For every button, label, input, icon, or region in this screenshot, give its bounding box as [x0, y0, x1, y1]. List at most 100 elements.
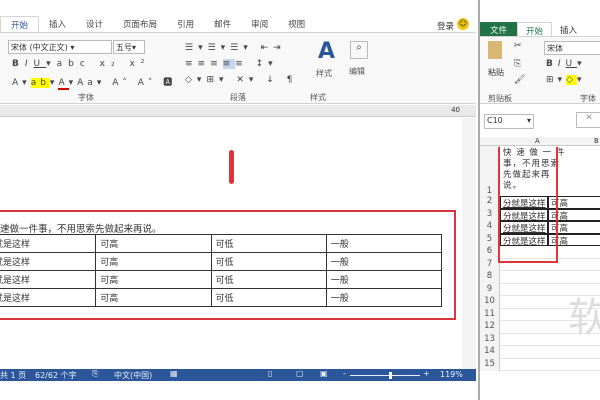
cell[interactable] — [548, 359, 600, 371]
font-name-select[interactable]: 宋体 (中文正文) ▾ — [8, 40, 112, 54]
status-language[interactable]: 中文(中国) — [114, 370, 152, 381]
cell[interactable] — [548, 346, 600, 359]
font-size-value: 五号 — [116, 43, 132, 52]
row-header[interactable]: 1 — [480, 146, 500, 196]
cell[interactable] — [500, 346, 548, 359]
row-header[interactable]: 8 — [480, 271, 500, 284]
row-header[interactable]: 6 — [480, 246, 500, 259]
table-cell[interactable]: 可低 — [210, 252, 327, 271]
zoom-in-button[interactable]: + — [423, 369, 430, 378]
row-header[interactable]: 5 — [480, 233, 500, 246]
row-header[interactable]: 3 — [480, 208, 500, 221]
cell[interactable] — [500, 271, 548, 284]
smiley-icon[interactable]: ☺ — [457, 18, 469, 30]
row-header[interactable]: 9 — [480, 283, 500, 296]
row-header[interactable]: 2 — [480, 196, 500, 209]
table-cell[interactable]: 可高 — [95, 288, 212, 307]
table-cell[interactable]: 可高 — [95, 252, 212, 271]
table-cell[interactable]: 一般 — [325, 288, 443, 307]
tab-view[interactable]: 视图 — [278, 16, 315, 32]
tab-home[interactable]: 开始 — [0, 16, 40, 32]
table-cell[interactable]: 可低 — [210, 234, 327, 253]
excel-border-fill-buttons[interactable]: ⊞▾◇▾ — [546, 75, 586, 85]
table-cell[interactable]: 分就是这样 — [0, 288, 97, 307]
name-box[interactable]: C10 ▾ — [484, 114, 534, 129]
row-header[interactable]: 4 — [480, 221, 500, 234]
table-cell[interactable]: 一般 — [325, 252, 443, 271]
list-buttons[interactable]: ☰▾☰▾☰▾ ⇤⇥ — [185, 43, 286, 53]
print-layout-icon[interactable]: ▢ — [296, 369, 304, 378]
cell[interactable] — [500, 359, 548, 371]
read-mode-icon[interactable]: ▯ — [268, 369, 272, 378]
table-cell[interactable]: 可高 — [95, 234, 212, 253]
excel-font-select[interactable]: 宋体 — [544, 41, 600, 55]
web-layout-icon[interactable]: ▣ — [320, 369, 328, 378]
excel-font-value: 宋体 — [547, 44, 563, 53]
row-header[interactable]: 14 — [480, 346, 500, 359]
styles-button[interactable]: 样式 — [316, 68, 332, 79]
tab-references[interactable]: 引用 — [167, 16, 204, 32]
cell[interactable] — [500, 321, 548, 334]
table-cell[interactable]: 一般 — [325, 234, 443, 253]
zoom-level[interactable]: 119% — [440, 370, 463, 379]
font-size-select[interactable]: 五号▾ — [113, 40, 145, 54]
row-header[interactable]: 13 — [480, 333, 500, 346]
status-page[interactable]: 共 1 页 — [0, 370, 26, 381]
binoculars-icon[interactable]: ⌕ — [350, 41, 368, 59]
table-cell[interactable]: 一般 — [325, 270, 443, 289]
cell[interactable] — [500, 334, 548, 346]
paste-icon[interactable] — [488, 41, 502, 59]
tab-layout[interactable]: 页面布局 — [113, 16, 167, 32]
row-header[interactable]: 15 — [480, 358, 500, 371]
table-cell[interactable]: 可高 — [95, 270, 212, 289]
row-header[interactable]: 11 — [480, 308, 500, 321]
edit-button[interactable]: 编辑 — [349, 66, 365, 77]
proofing-icon[interactable]: ⎘ — [92, 369, 98, 379]
macro-icon[interactable]: ▦ — [170, 369, 178, 378]
align-buttons[interactable]: ≡≡≡≡≡ ↕▾ — [185, 59, 278, 69]
cell[interactable] — [500, 296, 548, 309]
table-row: 分就是这样可高可低一般 — [0, 288, 443, 307]
column-headers: A B — [480, 137, 600, 146]
styles-icon[interactable]: A — [318, 39, 335, 64]
table-cell[interactable]: 分就是这样 — [0, 234, 97, 253]
login-link[interactable]: 登录 — [437, 20, 454, 32]
page[interactable]: 速做一件事，不用思索先做起来再说。 分就是这样可高可低一般分就是这样可高可低一般… — [0, 118, 462, 370]
clipboard-group-label: 剪贴板 — [488, 94, 512, 103]
cell[interactable] — [500, 309, 548, 321]
tab-review[interactable]: 审阅 — [241, 16, 278, 32]
cancel-icon[interactable]: ✕ — [576, 112, 600, 128]
row-header[interactable]: 10 — [480, 296, 500, 309]
word-table[interactable]: 分就是这样可高可低一般分就是这样可高可低一般分就是这样可高可低一般分就是这样可高… — [0, 234, 443, 307]
column-header-b[interactable]: B — [594, 137, 599, 145]
font-color-buttons[interactable]: A▾ab▾A▾Aa▾ A˄ A˅ 🅰 — [12, 75, 176, 90]
cell[interactable] — [548, 271, 600, 284]
format-painter-icon[interactable]: 🖌 — [514, 75, 525, 85]
cell[interactable] — [500, 284, 548, 296]
row-header[interactable]: 12 — [480, 321, 500, 334]
copy-icon[interactable]: ⎘ — [514, 59, 521, 69]
font-format-buttons[interactable]: BIU▾abc x₂ x² — [12, 59, 150, 69]
status-words[interactable]: 62/62 个字 — [35, 370, 77, 381]
tab-insert[interactable]: 插入 — [39, 16, 76, 32]
watermark: 软 — [568, 295, 600, 341]
table-cell[interactable]: 分就是这样 — [0, 270, 97, 289]
cut-icon[interactable]: ✂ — [514, 41, 522, 51]
tab-mailings[interactable]: 邮件 — [204, 16, 241, 32]
paste-button[interactable]: 粘贴 — [488, 67, 504, 78]
tab-design[interactable]: 设计 — [76, 16, 113, 32]
table-cell[interactable]: 可低 — [210, 270, 327, 289]
sheet-row: 14 — [480, 346, 600, 359]
table-cell[interactable]: 可低 — [210, 288, 327, 307]
excel-format-buttons[interactable]: BIU▾ — [546, 59, 587, 69]
row-header[interactable]: 7 — [480, 258, 500, 271]
zoom-slider[interactable] — [350, 372, 420, 379]
shading-border-buttons[interactable]: ◇▾⊞▾ ✕▾ ↓ ¶ — [185, 75, 297, 85]
column-header-a[interactable]: A — [535, 137, 540, 145]
zoom-out-button[interactable]: - — [343, 369, 346, 378]
ruler[interactable]: 40 — [0, 105, 476, 117]
paragraph-text[interactable]: 速做一件事，不用思索先做起来再说。 — [0, 221, 162, 235]
table-cell[interactable]: 分就是这样 — [0, 252, 97, 271]
zoom-thumb[interactable] — [388, 372, 392, 379]
word-ribbon-tabs: 开始 插入 设计 页面布局 引用 邮件 审阅 视图 — [0, 16, 315, 32]
